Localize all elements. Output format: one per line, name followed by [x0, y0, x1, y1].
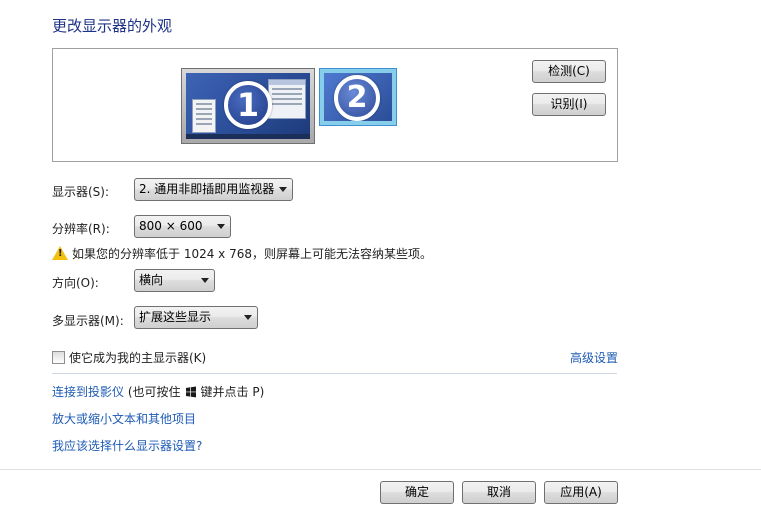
resolution-select-value: 800 × 600: [139, 219, 203, 233]
monitor-1-number: 1: [224, 81, 272, 129]
divider: [52, 373, 617, 374]
orientation-select-value: 横向: [139, 273, 164, 287]
footer-divider: [0, 469, 761, 470]
projector-hint-prefix: (也可按住: [127, 385, 181, 399]
display-select-value: 2. 通用非即插即用监视器: [139, 182, 275, 196]
window-thumbnail: [192, 99, 216, 133]
warning-text: 如果您的分辨率低于 1024 x 768，则屏幕上可能无法容纳某些项。: [72, 247, 432, 261]
monitor-2-number: 2: [334, 75, 380, 121]
primary-display-option[interactable]: 使它成为我的主显示器(K): [52, 349, 206, 366]
orientation-label: 方向(O):: [52, 276, 99, 290]
multiple-displays-select-value: 扩展这些显示: [139, 310, 212, 324]
orientation-select[interactable]: 横向: [134, 269, 215, 292]
display-settings-page: 更改显示器的外观 1 2 检测(C) 识别(I) 显示器(S): 2. 通用非即…: [0, 0, 761, 531]
detect-button[interactable]: 检测(C): [532, 60, 606, 83]
projector-hint-suffix: 键并点击 P): [200, 385, 265, 399]
apply-button[interactable]: 应用(A): [544, 481, 618, 504]
chevron-down-icon: [244, 315, 252, 320]
monitor-2-screen: 2: [324, 73, 392, 121]
chevron-down-icon: [201, 278, 209, 283]
primary-display-label: 使它成为我的主显示器(K): [69, 351, 207, 365]
projector-row: 连接到投影仪 (也可按住 键并点击 P): [52, 383, 264, 400]
monitor-1-screen: 1: [186, 73, 310, 139]
chevron-down-icon: [279, 187, 287, 192]
resolution-select[interactable]: 800 × 600: [134, 215, 231, 238]
window-thumbnail: [268, 79, 306, 119]
warning-icon: !: [52, 246, 68, 260]
resolution-label: 分辨率(R):: [52, 222, 110, 236]
advanced-settings-link[interactable]: 高级设置: [570, 349, 618, 366]
identify-button[interactable]: 识别(I): [532, 93, 606, 116]
windows-logo-icon: [185, 386, 196, 398]
connect-projector-link[interactable]: 连接到投影仪: [52, 385, 124, 399]
monitor-2-thumbnail[interactable]: 2: [319, 68, 397, 126]
primary-display-checkbox[interactable]: [52, 351, 65, 364]
text-size-link[interactable]: 放大或缩小文本和其他项目: [52, 410, 196, 427]
monitor-1-thumbnail[interactable]: 1: [181, 68, 315, 144]
which-settings-link[interactable]: 我应该选择什么显示器设置?: [52, 437, 202, 454]
chevron-down-icon: [217, 224, 225, 229]
ok-button[interactable]: 确定: [380, 481, 454, 504]
multiple-displays-select[interactable]: 扩展这些显示: [134, 306, 258, 329]
taskbar: [186, 134, 310, 139]
display-select[interactable]: 2. 通用非即插即用监视器: [134, 178, 293, 201]
display-label: 显示器(S):: [52, 185, 110, 199]
resolution-warning: ! 如果您的分辨率低于 1024 x 768，则屏幕上可能无法容纳某些项。: [52, 245, 432, 262]
page-title: 更改显示器的外观: [52, 17, 173, 35]
cancel-button[interactable]: 取消: [462, 481, 536, 504]
multiple-displays-label: 多显示器(M):: [52, 314, 124, 328]
